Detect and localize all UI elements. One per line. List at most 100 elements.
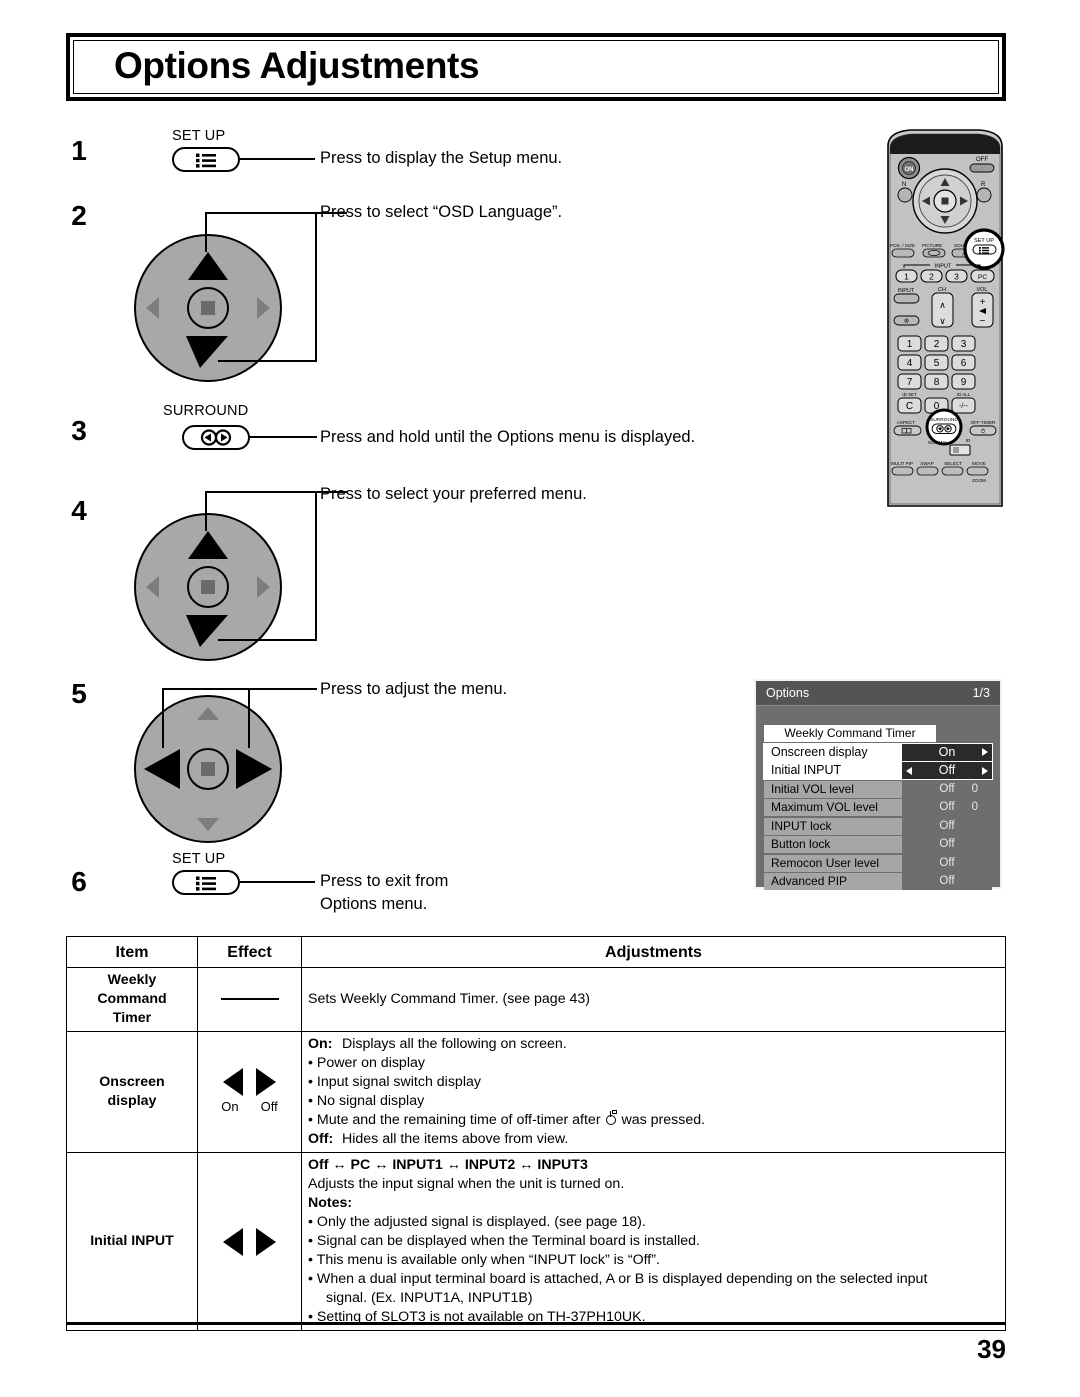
step-4-up-connector-horizontal (205, 491, 317, 493)
osd-item-value: Off (902, 854, 992, 872)
osd-right-arrow-icon[interactable] (982, 748, 988, 756)
osd-row-input-lock[interactable]: INPUT lock Off (764, 817, 992, 835)
step-2-instruction: Press to select “OSD Language”. (320, 203, 563, 221)
osd-item-label: Advanced PIP (764, 873, 902, 890)
table-row: Initial INPUT Off ↔ PC ↔ INPUT1 ↔ INPUT2… (66, 1152, 1006, 1331)
power-button-icon (605, 1110, 618, 1127)
adjustment-line: On: Displays all the following on screen. (308, 1035, 999, 1054)
osd-item-label: Button lock (764, 836, 902, 853)
svg-text:SWAP: SWAP (920, 461, 933, 466)
svg-text:R: R (981, 182, 986, 188)
dpad-center-button[interactable] (187, 566, 229, 608)
osd-item-value: Off (902, 817, 992, 835)
effect-right-label: Off (260, 1099, 278, 1114)
step-2-up-connector-vertical (205, 212, 207, 252)
right-arrow-icon (256, 1068, 276, 1096)
osd-row-initial-input[interactable]: Initial INPUT Off (763, 761, 993, 780)
step-3-button-label: SURROUND (163, 403, 249, 419)
svg-text:SET UP: SET UP (974, 238, 994, 244)
osd-title-label: Options (766, 686, 810, 700)
svg-text:MULTI PIP: MULTI PIP (891, 461, 913, 466)
osd-right-arrow-icon[interactable] (982, 766, 988, 775)
page-title-banner: Options Adjustments (66, 33, 1006, 101)
table-header-row: Item Effect Adjustments (66, 936, 1006, 968)
svg-text:ID ALL: ID ALL (957, 392, 971, 397)
dpad-right-arrow-icon (257, 297, 270, 319)
osd-item-label: INPUT lock (764, 817, 902, 835)
surround-button[interactable] (182, 425, 250, 450)
adjustment-line: Sets Weekly Command Timer. (see page 43) (308, 991, 591, 1007)
dpad-right-arrow-active-icon (236, 749, 272, 789)
osd-row-maximum-vol-level[interactable]: Maximum VOL level Off 0 (764, 799, 992, 816)
svg-text:PC: PC (978, 274, 987, 281)
remote-control-illustration: ON OFF N R POS. / SIZE PICTURE SOUND ♪ S… (880, 128, 1010, 510)
adjustment-line: • Mute and the remaining time of off-tim… (308, 1110, 706, 1128)
svg-text:1: 1 (904, 272, 909, 282)
svg-text:INPUT: INPUT (935, 264, 952, 270)
svg-text:OFF: OFF (976, 156, 989, 163)
adjustment-line: signal. (Ex. INPUT1A, INPUT1B) (326, 1290, 533, 1306)
osd-row-list: Weekly Command Timer Onscreen display On… (763, 725, 993, 892)
svg-text:+: + (980, 297, 986, 308)
adjustment-text-after: was pressed. (621, 1112, 706, 1128)
osd-value-number: 0 (971, 801, 978, 813)
step-number-3: 3 (71, 415, 87, 446)
setup-button-2[interactable] (172, 870, 240, 895)
osd-item-value: Off 0 (902, 780, 992, 798)
step-number-6: 6 (71, 866, 87, 897)
setup-button-1[interactable] (172, 147, 240, 172)
osd-item-label: Maximum VOL level (764, 799, 902, 816)
svg-text:ID: ID (966, 438, 971, 443)
row-item-label: Initial INPUT (66, 1152, 198, 1331)
svg-text:−: − (980, 316, 986, 327)
step-4-down-connector-horizontal (218, 639, 317, 641)
dpad-center-button[interactable] (187, 287, 229, 329)
svg-text:PICTURE: PICTURE (922, 243, 942, 248)
osd-row-onscreen-display[interactable]: Onscreen display On (763, 742, 993, 762)
adjustment-line: Off ↔ PC ↔ INPUT1 ↔ INPUT2 ↔ INPUT3 (308, 1157, 588, 1173)
osd-row-initial-vol-level[interactable]: Initial VOL level Off 0 (764, 780, 992, 798)
table-row: Onscreen display On Off On: Displays all … (66, 1031, 1006, 1153)
svg-text:1: 1 (907, 339, 913, 350)
svg-text:C: C (906, 401, 913, 412)
dpad-down-arrow-icon (197, 818, 219, 831)
osd-item-label: Initial VOL level (764, 780, 902, 798)
surround-icon (200, 429, 232, 446)
dpad-left-arrow-icon (146, 576, 159, 598)
svg-text:CH: CH (938, 287, 946, 293)
osd-left-arrow-icon[interactable] (906, 766, 912, 775)
svg-text:5: 5 (934, 358, 940, 369)
step-number-4: 4 (71, 495, 87, 526)
osd-item-value: Off 0 (902, 799, 992, 816)
adjustment-line: Notes: (308, 1195, 353, 1211)
osd-row-advanced-pip[interactable]: Advanced PIP Off (764, 873, 992, 890)
osd-row-button-lock[interactable]: Button lock Off (764, 836, 992, 853)
step-1-instruction: Press to display the Setup menu. (320, 149, 563, 167)
step-5-left-connector-vertical (162, 688, 164, 748)
adjustment-key: Off: (308, 1131, 334, 1147)
osd-item-value: On (902, 743, 992, 761)
svg-text:6: 6 (961, 358, 967, 369)
osd-item-label: Onscreen display (764, 743, 902, 761)
svg-text:-/--: -/-- (959, 403, 969, 410)
svg-text:⊗: ⊗ (904, 319, 909, 325)
step-3-instruction: Press and hold until the Options menu is… (320, 428, 696, 446)
adjustment-line: • Only the adjusted signal is displayed.… (308, 1214, 646, 1230)
setup-list-icon (196, 153, 216, 168)
osd-row-remocon-user-level[interactable]: Remocon User level Off (764, 854, 992, 872)
step-5-instruction: Press to adjust the menu. (320, 680, 508, 698)
svg-text:MOVE: MOVE (972, 461, 986, 466)
svg-text:POS. / SIZE: POS. / SIZE (890, 243, 915, 248)
dpad-center-button[interactable] (187, 748, 229, 790)
effect-left-label: On (221, 1099, 239, 1114)
osd-row-weekly-command-timer[interactable]: Weekly Command Timer (764, 725, 992, 742)
svg-text:SURROUND: SURROUND (930, 417, 958, 423)
step-2-down-connector-vertical (315, 212, 317, 362)
dpad-step-5[interactable] (134, 695, 282, 843)
svg-text:SELECT: SELECT (944, 461, 962, 466)
step-4-up-connector-vertical (205, 491, 207, 531)
svg-text:3: 3 (961, 339, 967, 350)
osd-item-label: Remocon User level (764, 854, 902, 872)
adjustment-line: • Input signal switch display (308, 1074, 481, 1090)
adjustment-line: • When a dual input terminal board is at… (308, 1271, 928, 1287)
